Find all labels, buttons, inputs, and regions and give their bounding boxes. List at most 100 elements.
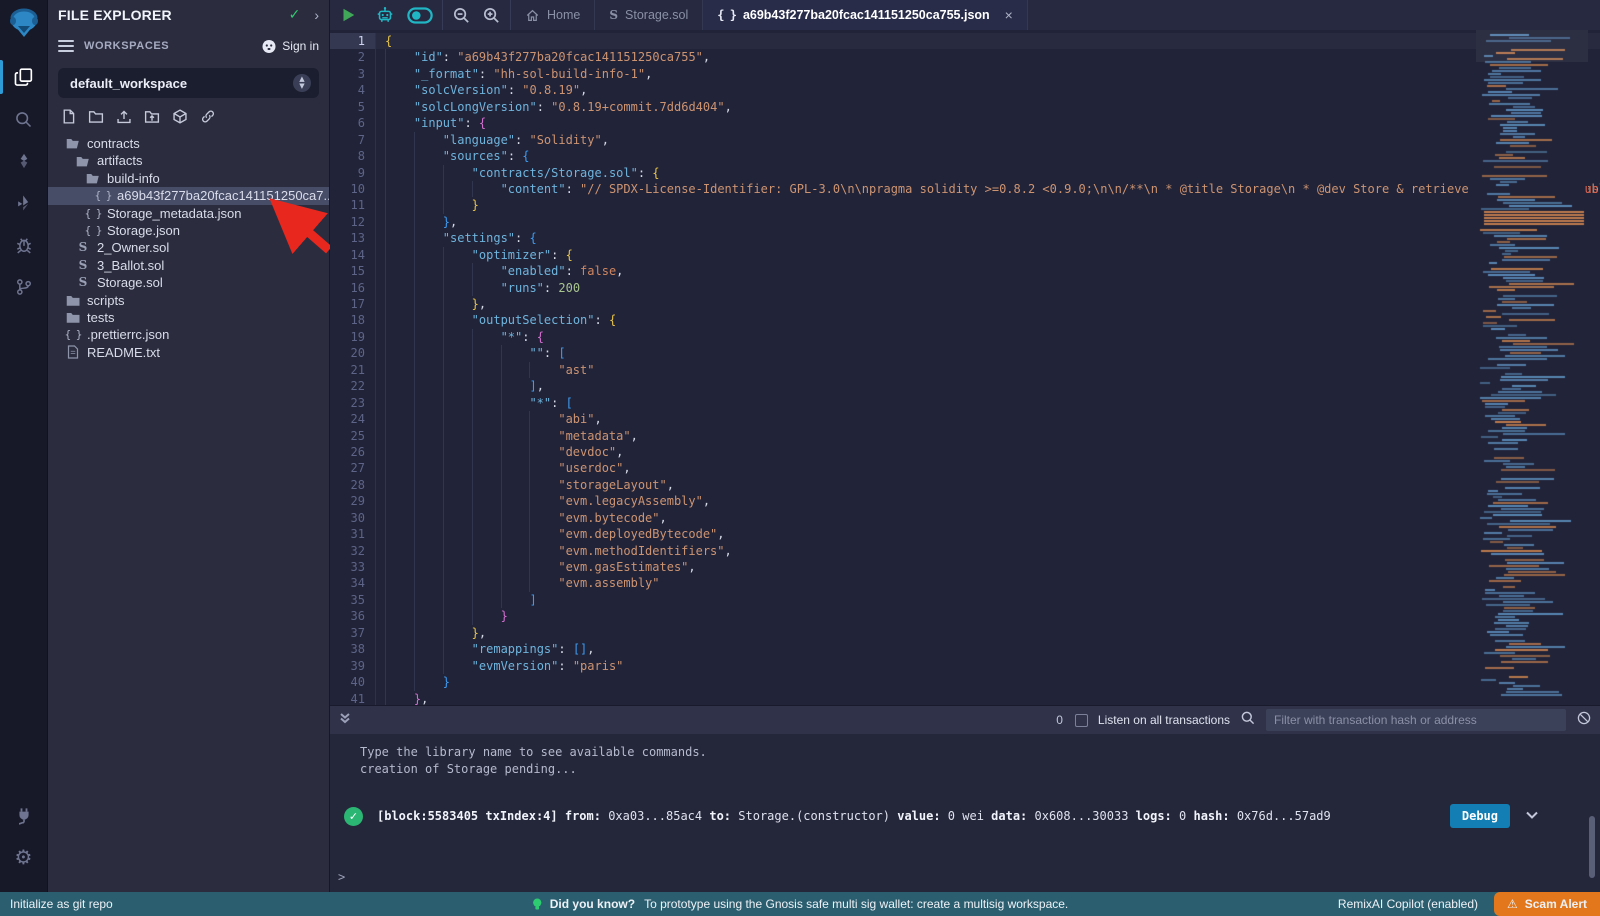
clear-console-icon[interactable] xyxy=(1576,710,1592,731)
code-line[interactable]: 21"ast" xyxy=(330,362,1600,378)
code-line[interactable]: 14"optimizer": { xyxy=(330,247,1600,263)
listen-checkbox[interactable] xyxy=(1075,714,1088,727)
code-line[interactable]: 18"outputSelection": { xyxy=(330,312,1600,328)
code-line[interactable]: 7"language": "Solidity", xyxy=(330,132,1600,148)
code-line[interactable]: 29"evm.legacyAssembly", xyxy=(330,493,1600,509)
workspace-sort-icon[interactable]: ▲▼ xyxy=(293,74,311,92)
code-line[interactable]: 8"sources": { xyxy=(330,148,1600,164)
code-line[interactable]: 26"devdoc", xyxy=(330,444,1600,460)
copilot-toggle[interactable] xyxy=(407,7,433,24)
code-line[interactable]: 11} xyxy=(330,197,1600,213)
expand-tx-icon[interactable] xyxy=(1524,807,1540,826)
workspace-select[interactable]: default_workspace ▲▼ xyxy=(58,68,319,98)
code-line[interactable]: 31"evm.deployedBytecode", xyxy=(330,526,1600,542)
tree-item-contracts[interactable]: contracts xyxy=(48,135,329,152)
code-line[interactable]: 27"userdoc", xyxy=(330,460,1600,476)
code-line[interactable]: 5"solcLongVersion": "0.8.19+commit.7dd6d… xyxy=(330,99,1600,115)
tree-item-scripts[interactable]: scripts xyxy=(48,292,329,309)
tree-item--prettierrc-json[interactable]: { }.prettierrc.json xyxy=(48,326,329,343)
code-line[interactable]: 39"evmVersion": "paris" xyxy=(330,658,1600,674)
git-icon[interactable] xyxy=(0,266,48,308)
tree-item-3-ballot-sol[interactable]: S3_Ballot.sol xyxy=(48,257,329,274)
code-editor[interactable]: 1{2"id": "a69b43f277ba20fcac141151250ca7… xyxy=(330,30,1600,705)
tree-item-storage-json[interactable]: { }Storage.json xyxy=(48,222,329,239)
transaction-filter-input[interactable] xyxy=(1266,709,1566,731)
deploy-run-icon[interactable] xyxy=(0,182,48,224)
tree-item-artifacts[interactable]: artifacts xyxy=(48,152,329,169)
new-file-icon[interactable] xyxy=(60,108,77,125)
transaction-row[interactable]: ✓ [block:5583405 txIndex:4] from: 0xa03.… xyxy=(344,804,1600,828)
tree-item-a69b43f277ba20fcac141151250ca7-[interactable]: { }a69b43f277ba20fcac141151250ca7... xyxy=(48,187,329,204)
tab-storage-sol[interactable]: S Storage.sol xyxy=(595,0,703,30)
code-line[interactable]: 33"evm.gasEstimates", xyxy=(330,559,1600,575)
code-line[interactable]: 28"storageLayout", xyxy=(330,477,1600,493)
terminal-scrollbar[interactable] xyxy=(1589,816,1595,878)
code-line[interactable]: 1{ xyxy=(330,33,1600,49)
close-tab-icon[interactable]: × xyxy=(1005,7,1013,23)
code-line[interactable]: 36} xyxy=(330,608,1600,624)
code-line[interactable]: 24"abi", xyxy=(330,411,1600,427)
code-line[interactable]: 38"remappings": [], xyxy=(330,641,1600,657)
debugger-icon[interactable] xyxy=(0,224,48,266)
code-line[interactable]: 9"contracts/Storage.sol": { xyxy=(330,165,1600,181)
code-line[interactable]: 22], xyxy=(330,378,1600,394)
scam-alert-button[interactable]: ⚠ Scam Alert xyxy=(1494,892,1600,916)
code-line[interactable]: 37}, xyxy=(330,625,1600,641)
tab-home[interactable]: Home xyxy=(511,0,595,30)
copilot-status[interactable]: RemixAI Copilot (enabled) xyxy=(1338,897,1478,911)
terminal-output[interactable]: Type the library name to see available c… xyxy=(330,734,1600,892)
code-line[interactable]: 35] xyxy=(330,592,1600,608)
tree-item-2-owner-sol[interactable]: S2_Owner.sol xyxy=(48,239,329,256)
zoom-out-icon[interactable] xyxy=(452,6,471,25)
terminal-prompt[interactable]: > xyxy=(338,870,345,884)
code-line[interactable]: 30"evm.bytecode", xyxy=(330,510,1600,526)
ipfs-cube-icon[interactable] xyxy=(171,108,189,125)
code-line[interactable]: 13"settings": { xyxy=(330,230,1600,246)
code-line[interactable]: 2"id": "a69b43f277ba20fcac141151250ca755… xyxy=(330,49,1600,65)
ai-robot-icon[interactable] xyxy=(375,5,395,25)
code-line[interactable]: 32"evm.methodIdentifiers", xyxy=(330,543,1600,559)
listen-label[interactable]: Listen on all transactions xyxy=(1098,713,1230,727)
code-line[interactable]: 40} xyxy=(330,674,1600,690)
code-line[interactable]: 6"input": { xyxy=(330,115,1600,131)
file-explorer-icon[interactable] xyxy=(0,56,48,98)
tree-item-storage-sol[interactable]: SStorage.sol xyxy=(48,274,329,291)
tab-build-info-json[interactable]: { } a69b43f277ba20fcac141151250ca755.jso… xyxy=(703,0,1028,30)
upload-folder-icon[interactable] xyxy=(143,108,161,125)
remix-logo-icon[interactable] xyxy=(7,6,41,40)
chevron-right-icon[interactable]: › xyxy=(314,7,319,23)
new-folder-icon[interactable] xyxy=(87,108,105,125)
hamburger-menu-icon[interactable] xyxy=(58,37,74,55)
code-line[interactable]: 34"evm.assembly" xyxy=(330,575,1600,591)
code-line[interactable]: 12}, xyxy=(330,214,1600,230)
code-line[interactable]: 15"enabled": false, xyxy=(330,263,1600,279)
code-line[interactable]: 3"_format": "hh-sol-build-info-1", xyxy=(330,66,1600,82)
tree-item-build-info[interactable]: build-info xyxy=(48,170,329,187)
tree-item-storage-metadata-json[interactable]: { }Storage_metadata.json xyxy=(48,205,329,222)
code-line[interactable]: 41}, xyxy=(330,691,1600,706)
code-line[interactable]: 10"content": "// SPDX-License-Identifier… xyxy=(330,181,1600,197)
code-line[interactable]: 16"runs": 200 xyxy=(330,280,1600,296)
code-line[interactable]: 23"*": [ xyxy=(330,395,1600,411)
zoom-in-icon[interactable] xyxy=(482,6,501,25)
minimap[interactable] xyxy=(1476,30,1588,705)
settings-gear-icon[interactable]: ⚙ xyxy=(0,836,48,878)
code-line[interactable]: 17}, xyxy=(330,296,1600,312)
upload-file-icon[interactable] xyxy=(115,108,133,125)
tree-item-readme-txt[interactable]: README.txt xyxy=(48,344,329,361)
code-line[interactable]: 20"": [ xyxy=(330,345,1600,361)
git-init-button[interactable]: Initialize as git repo xyxy=(10,897,113,911)
code-line[interactable]: 25"metadata", xyxy=(330,428,1600,444)
play-button[interactable] xyxy=(339,6,357,24)
tree-item-tests[interactable]: tests xyxy=(48,309,329,326)
minimap-slider[interactable] xyxy=(1476,30,1588,62)
link-icon[interactable] xyxy=(199,108,217,125)
solidity-compiler-icon[interactable] xyxy=(0,140,48,182)
code-line[interactable]: 4"solcVersion": "0.8.19", xyxy=(330,82,1600,98)
expand-terminal-icon[interactable] xyxy=(338,711,352,730)
code-line[interactable]: 19"*": { xyxy=(330,329,1600,345)
sign-in-button[interactable]: Sign in xyxy=(261,38,319,54)
search-icon[interactable] xyxy=(0,98,48,140)
debug-button[interactable]: Debug xyxy=(1450,804,1510,828)
plugin-manager-icon[interactable] xyxy=(0,794,48,836)
